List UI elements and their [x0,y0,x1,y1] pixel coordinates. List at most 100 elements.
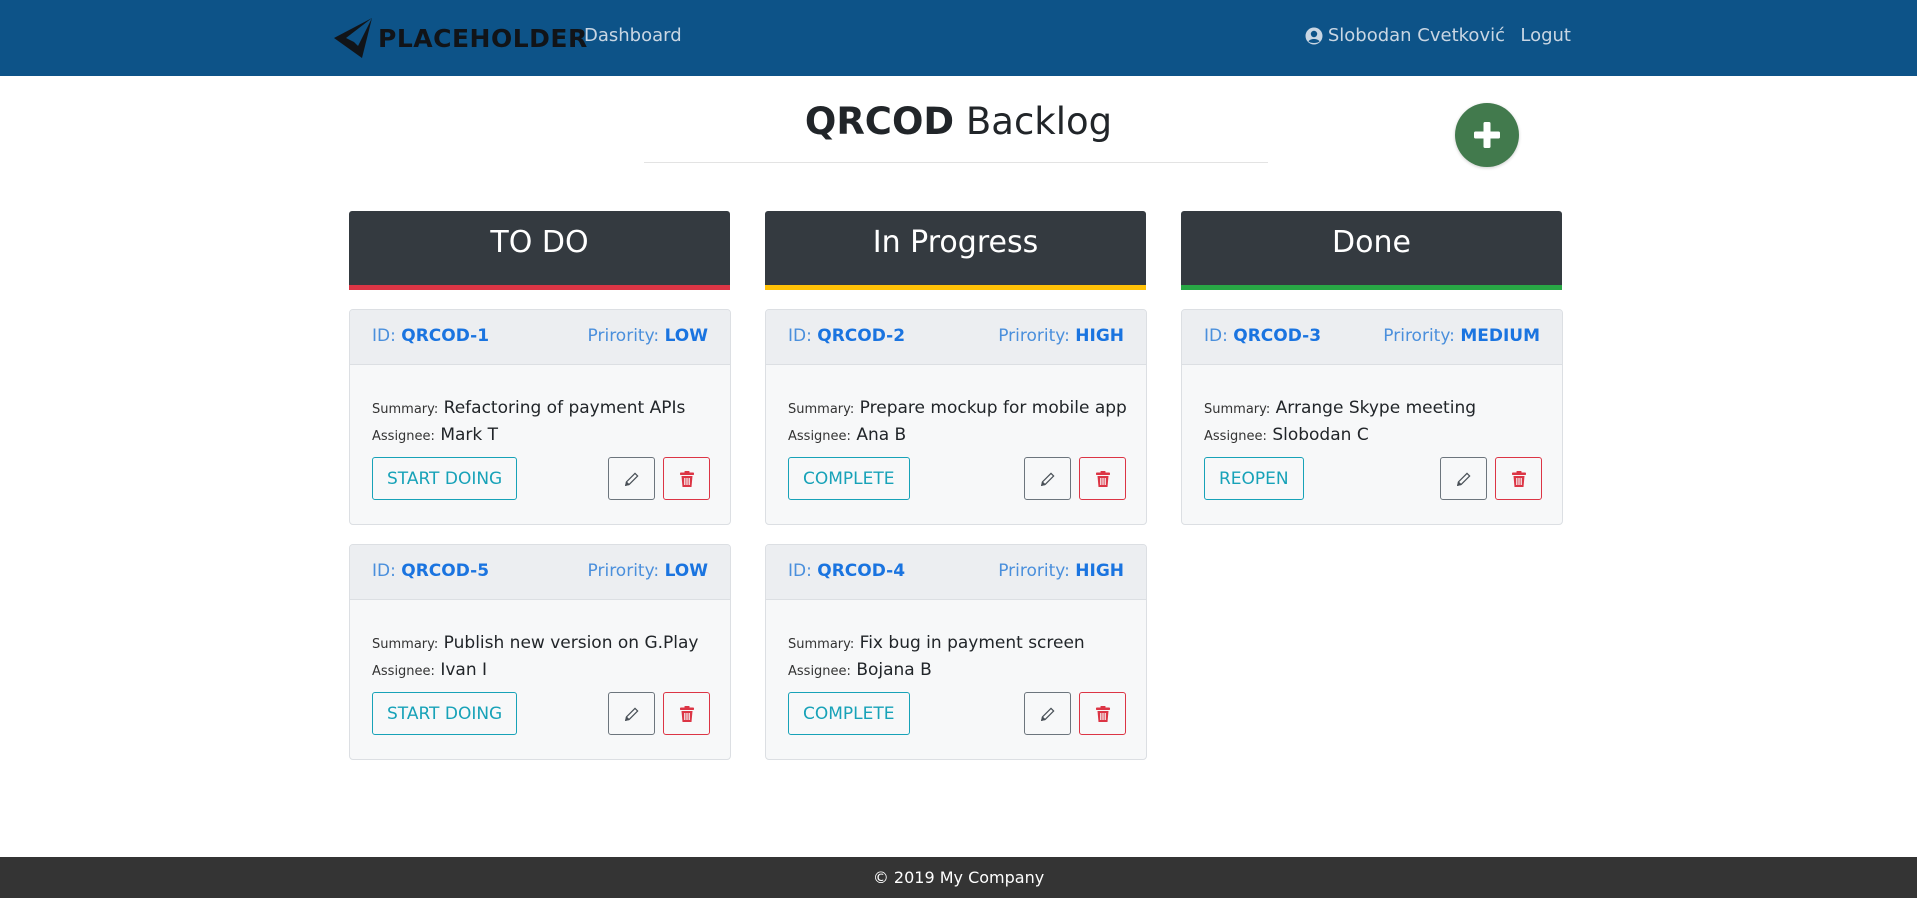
card-header: ID: QRCOD-1 Prirority: LOW [350,310,730,365]
status-action-button[interactable]: COMPLETE [788,692,910,735]
delete-button[interactable] [663,457,710,500]
delete-button[interactable] [663,692,710,735]
assignee-label: Assignee: [788,429,851,444]
priority-value: LOW [664,561,708,581]
summary-value: Publish new version on G.Play [443,633,699,653]
column-title: In Progress [872,225,1039,260]
card-header: ID: QRCOD-4 Prirority: HIGH [766,545,1146,600]
column-accent-stripe [1181,285,1562,290]
priority-label: Prirority: [587,561,660,581]
delete-button[interactable] [1079,457,1126,500]
summary-row: Summary: Fix bug in payment screen [788,633,1085,653]
title-divider [644,162,1268,163]
card-id: ID: QRCOD-4 [788,561,905,581]
column-header-done: Done [1181,211,1562,290]
assignee-row: Assignee: Bojana B [788,660,932,680]
assignee-label: Assignee: [372,429,435,444]
nav-dashboard-link[interactable]: Dashboard [584,25,682,46]
paper-plane-logo-icon [334,18,372,58]
page-footer: © 2019 My Company [0,857,1917,898]
summary-row: Summary: Refactoring of payment APIs [372,398,685,418]
trash-icon [1096,471,1110,487]
trash-icon [680,706,694,722]
summary-row: Summary: Prepare mockup for mobile app [788,398,1127,418]
delete-button[interactable] [1495,457,1542,500]
task-card: ID: QRCOD-1 Prirority: LOW Summary: Refa… [349,309,731,525]
task-id-link[interactable]: QRCOD-4 [817,561,905,581]
column-header-todo: TO DO [349,211,730,290]
trash-icon [1096,706,1110,722]
status-action-button[interactable]: COMPLETE [788,457,910,500]
priority-value: HIGH [1075,561,1124,581]
summary-row: Summary: Publish new version on G.Play [372,633,699,653]
edit-button[interactable] [608,457,655,500]
assignee-value: Mark T [440,425,499,445]
page-title-suffix: Backlog [965,100,1113,143]
status-action-button[interactable]: START DOING [372,692,518,735]
summary-label: Summary: [788,402,855,417]
task-id-link[interactable]: QRCOD-3 [1233,326,1321,346]
task-card: ID: QRCOD-3 Prirority: MEDIUM Summary: A… [1181,309,1563,525]
pencil-icon [625,472,639,486]
add-task-button[interactable] [1455,103,1519,167]
assignee-label: Assignee: [1204,429,1267,444]
nav-logout-link[interactable]: Logut [1520,25,1571,46]
priority-label: Prirority: [998,326,1070,346]
task-card: ID: QRCOD-2 Prirority: HIGH Summary: Pre… [765,309,1147,525]
brand-name: PLACEHOLDER [378,23,588,53]
task-id-link[interactable]: QRCOD-5 [401,561,489,581]
column-title: Done [1332,225,1411,260]
edit-button[interactable] [1024,457,1071,500]
summary-row: Summary: Arrange Skype meeting [1204,398,1476,418]
status-action-button[interactable]: START DOING [372,457,518,500]
id-label: ID: [788,561,812,581]
card-priority: Prirority: LOW [588,561,708,581]
user-circle-icon [1305,27,1323,44]
summary-label: Summary: [788,637,855,652]
id-label: ID: [372,326,396,346]
card-id: ID: QRCOD-3 [1204,326,1321,346]
summary-label: Summary: [372,637,439,652]
assignee-label: Assignee: [788,664,851,679]
edit-button[interactable] [1440,457,1487,500]
assignee-row: Assignee: Ivan I [372,660,487,680]
edit-button[interactable] [1024,692,1071,735]
card-header: ID: QRCOD-2 Prirority: HIGH [766,310,1146,365]
card-priority: Prirority: HIGH [998,326,1124,346]
delete-button[interactable] [1079,692,1126,735]
assignee-value: Ivan I [440,660,488,680]
priority-value: MEDIUM [1460,326,1540,346]
summary-value: Refactoring of payment APIs [443,398,686,418]
card-priority: Prirority: LOW [588,326,708,346]
page-title: QRCOD Backlog [0,100,1917,143]
card-priority: Prirority: MEDIUM [1383,326,1540,346]
task-id-link[interactable]: QRCOD-1 [401,326,489,346]
column-header-in-progress: In Progress [765,211,1146,290]
summary-value: Fix bug in payment screen [859,633,1085,653]
card-header: ID: QRCOD-5 Prirority: LOW [350,545,730,600]
status-action-button[interactable]: REOPEN [1204,457,1304,500]
footer-copyright: © 2019 My Company [872,868,1045,887]
user-name: Slobodan Cvetković [1327,25,1505,46]
card-id: ID: QRCOD-1 [372,326,489,346]
edit-button[interactable] [608,692,655,735]
column-accent-stripe [349,285,730,290]
card-id: ID: QRCOD-5 [372,561,489,581]
brand-logo-link[interactable]: PLACEHOLDER [332,16,588,60]
project-key: QRCOD [804,100,955,143]
card-header: ID: QRCOD-3 Prirority: MEDIUM [1182,310,1562,365]
priority-value: LOW [664,326,708,346]
pencil-icon [1457,472,1471,486]
nav-user-link[interactable]: Slobodan Cvetković [1305,25,1505,46]
priority-value: HIGH [1075,326,1124,346]
card-priority: Prirority: HIGH [998,561,1124,581]
pencil-icon [1041,707,1055,721]
task-id-link[interactable]: QRCOD-2 [817,326,905,346]
assignee-value: Bojana B [856,660,932,680]
priority-label: Prirority: [1383,326,1455,346]
summary-value: Prepare mockup for mobile app [859,398,1127,418]
assignee-row: Assignee: Mark T [372,425,498,445]
trash-icon [1512,471,1526,487]
task-card: ID: QRCOD-5 Prirority: LOW Summary: Publ… [349,544,731,760]
plus-icon [1474,122,1500,148]
